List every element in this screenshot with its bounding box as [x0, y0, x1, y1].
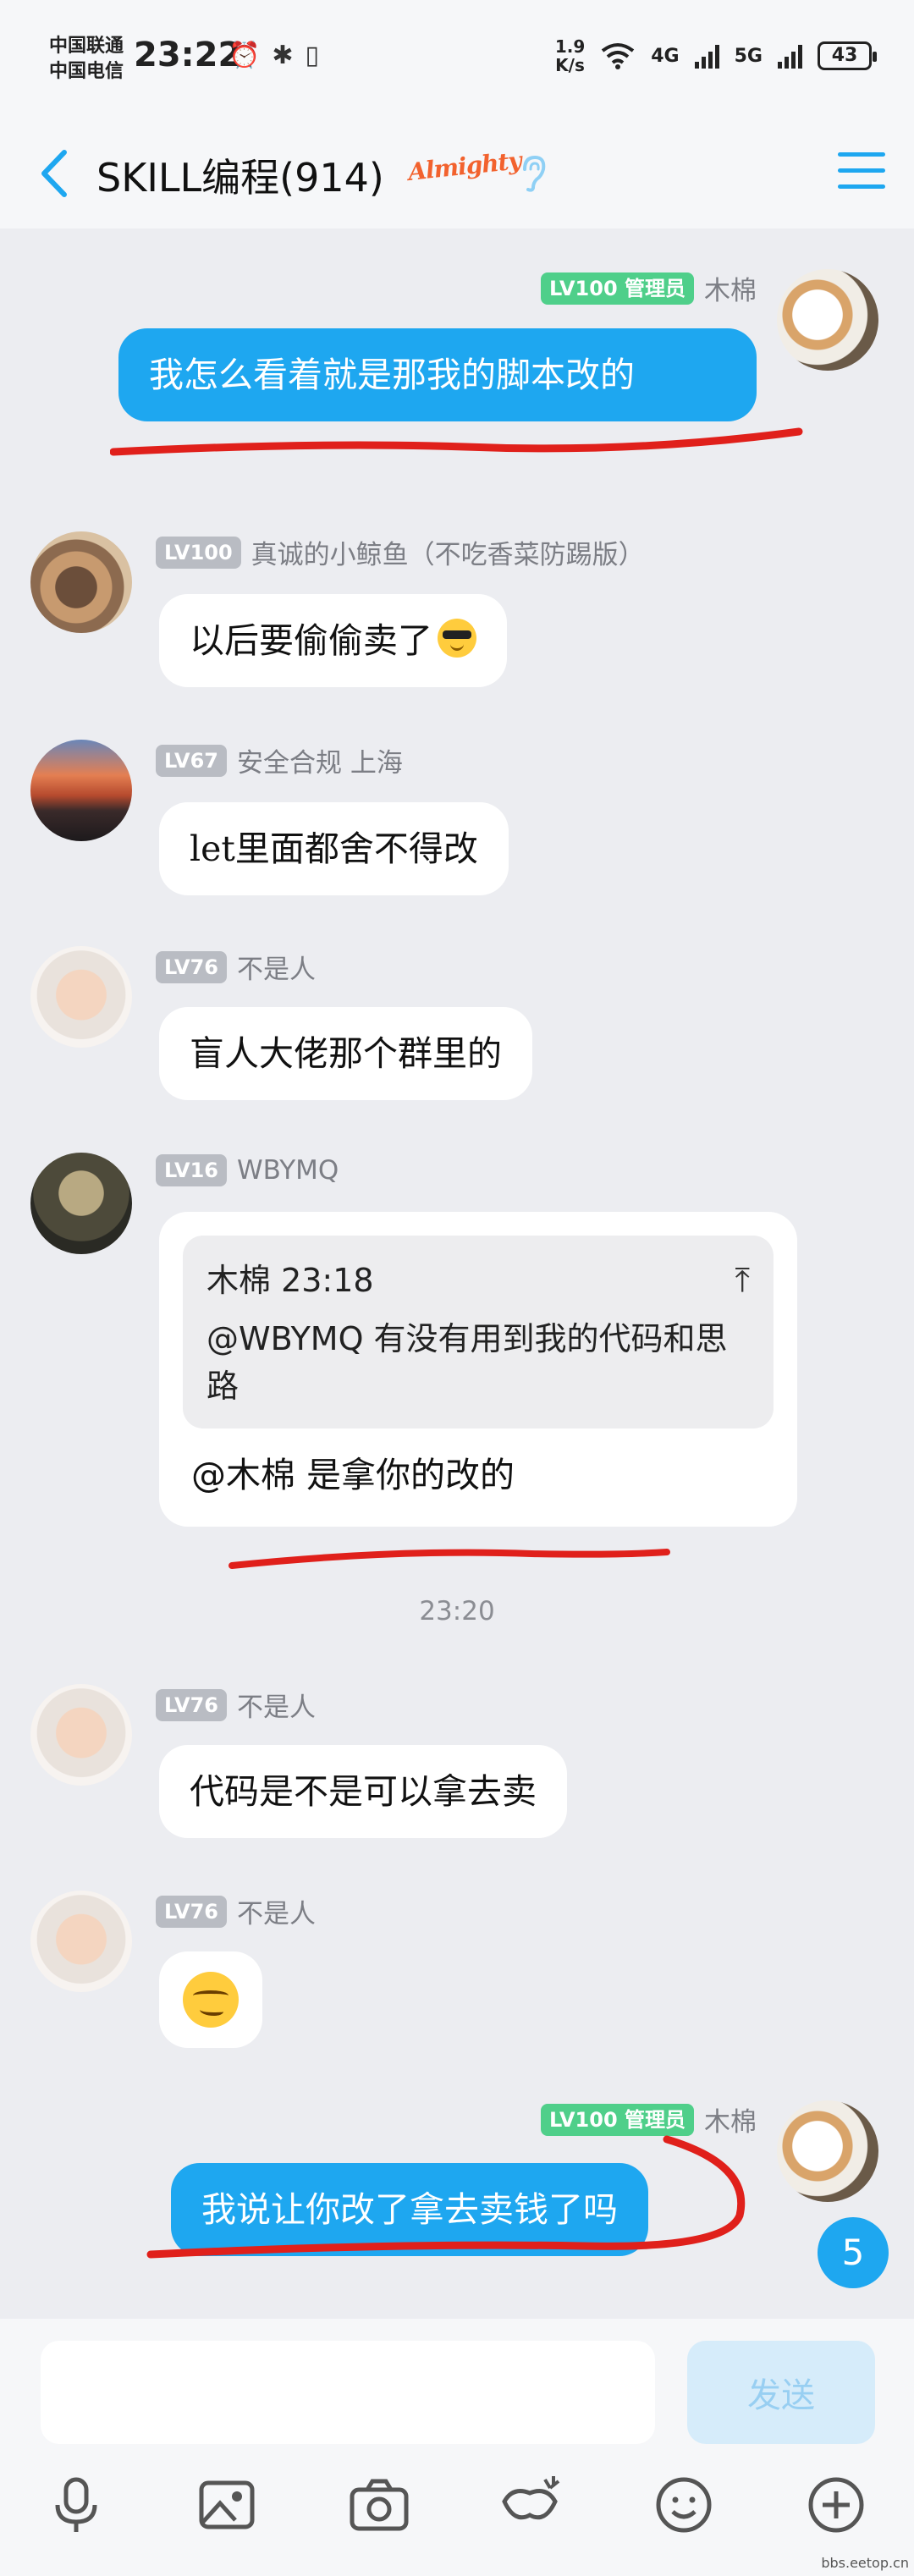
avatar[interactable]	[30, 1891, 132, 1992]
level-badge: LV76	[156, 1688, 227, 1721]
emoji-icon[interactable]	[650, 2471, 718, 2539]
avatar[interactable]	[30, 1153, 132, 1254]
sender-info: LV16 WBYMQ	[156, 1154, 339, 1186]
sunglasses-emoji-icon	[438, 619, 476, 658]
status-time: 23:22	[134, 36, 242, 74]
status-bar: 中国联通 中国电信 23:22 ⏰ ✱ ▯ 1.9 K/s 4G 5G 43	[0, 0, 914, 118]
level-badge: LV16	[156, 1154, 227, 1186]
message-bubble[interactable]: 我怎么看着就是那我的脚本改的	[118, 328, 757, 421]
message-bubble[interactable]: 盲人大佬那个群里的	[159, 1007, 532, 1100]
message-bubble[interactable]: 以后要偷偷卖了	[159, 594, 507, 687]
sender-info: LV100 管理员 木棉	[540, 269, 757, 307]
alarm-icon: ⏰	[228, 41, 261, 70]
signal-4g-icon	[694, 43, 719, 69]
image-icon[interactable]	[193, 2471, 261, 2539]
unread-count-badge[interactable]: 5	[818, 2217, 889, 2288]
4g-label: 4G	[651, 45, 680, 67]
chat-title[interactable]: SKILL编程(914)	[96, 147, 384, 203]
status-icons-right: 1.9 K/s 4G 5G 43	[555, 37, 877, 74]
sender-info: LV67 安全合规 上海	[156, 741, 403, 779]
carrier-1: 中国联通	[49, 36, 124, 57]
camera-icon[interactable]	[345, 2471, 413, 2539]
level-badge: LV100	[156, 536, 241, 569]
quote-sender-time: 木棉 23:18	[206, 1262, 374, 1299]
sender-name[interactable]: 安全合规 上海	[237, 741, 403, 779]
speed-value: 1.9	[554, 36, 586, 57]
red-packet-icon[interactable]	[496, 2471, 564, 2539]
message-bubble[interactable]: 代码是不是可以拿去卖	[159, 1745, 567, 1838]
network-speed: 1.9 K/s	[555, 37, 585, 74]
level-badge: LV67	[156, 744, 227, 777]
avatar[interactable]	[777, 2100, 878, 2202]
level-badge: LV100 管理员	[540, 272, 694, 305]
bluetooth-icon: ✱	[272, 41, 294, 70]
sender-name[interactable]: 真诚的小鲸鱼（不吃香菜防踢版）	[251, 533, 645, 571]
carrier-names: 中国联通 中国电信	[49, 34, 124, 85]
sender-info: LV76 不是人	[156, 1686, 316, 1724]
watermark: bbs.eetop.cn	[821, 2555, 909, 2571]
speed-unit: K/s	[555, 55, 585, 75]
smirk-emoji-icon	[183, 1972, 239, 2028]
carrier-2: 中国电信	[49, 61, 124, 82]
menu-icon[interactable]	[838, 152, 885, 195]
message-bubble[interactable]: let里面都舍不得改	[159, 802, 509, 895]
send-button[interactable]: 发送	[687, 2341, 875, 2444]
battery-icon: 43	[818, 41, 877, 70]
plus-icon[interactable]	[802, 2471, 870, 2539]
group-level-badge: Almighty	[406, 146, 523, 186]
status-icons-left: ⏰ ✱ ▯	[228, 41, 319, 70]
vibrate-icon: ▯	[305, 41, 320, 70]
jump-to-original-icon[interactable]: ⤒	[735, 1254, 750, 1307]
sender-info: LV100 真诚的小鲸鱼（不吃香菜防踢版）	[156, 533, 645, 571]
message-list[interactable]: LV100 管理员 木棉 我怎么看着就是那我的脚本改的 LV100 真诚的小鲸鱼…	[0, 228, 914, 2319]
avatar[interactable]	[777, 269, 878, 371]
sender-name[interactable]: WBYMQ	[237, 1155, 339, 1186]
avatar[interactable]	[30, 740, 132, 841]
input-area: 发送 bbs.eetop.cn	[0, 2319, 914, 2576]
5g-label: 5G	[734, 45, 763, 67]
sender-info: LV76 不是人	[156, 1892, 316, 1930]
message-text: @木棉 是拿你的改的	[191, 1455, 515, 1495]
input-toolbar	[0, 2471, 914, 2556]
red-underline-annotation	[228, 1549, 670, 1569]
sender-name[interactable]: 木棉	[704, 269, 757, 307]
back-arrow-icon[interactable]	[34, 144, 76, 203]
message-input[interactable]	[41, 2341, 655, 2444]
avatar[interactable]	[30, 1684, 132, 1786]
message-text: 以后要偷偷卖了	[190, 620, 432, 661]
avatar[interactable]	[30, 531, 132, 633]
time-separator: 23:20	[419, 1596, 495, 1627]
ear-icon[interactable]	[518, 154, 548, 193]
chat-header: SKILL编程(914) Almighty	[0, 118, 914, 228]
signal-5g-icon	[778, 43, 802, 69]
sender-info: LV76 不是人	[156, 948, 316, 986]
level-badge: LV76	[156, 1895, 227, 1928]
red-underline-annotation	[110, 427, 803, 456]
avatar[interactable]	[30, 946, 132, 1048]
mic-icon[interactable]	[42, 2471, 110, 2539]
message-bubble[interactable]: 木棉 23:18 ⤒ @WBYMQ 有没有用到我的代码和思路 @木棉 是拿你的改…	[159, 1212, 797, 1527]
sender-name[interactable]: 不是人	[237, 1892, 316, 1930]
red-circle-annotation	[146, 2135, 746, 2259]
quote-text: @WBYMQ 有没有用到我的代码和思路	[206, 1320, 728, 1405]
message-bubble[interactable]	[159, 1951, 262, 2048]
wifi-icon	[602, 43, 635, 69]
quoted-message[interactable]: 木棉 23:18 ⤒ @WBYMQ 有没有用到我的代码和思路	[183, 1236, 774, 1428]
level-badge: LV76	[156, 950, 227, 983]
sender-name[interactable]: 不是人	[237, 948, 316, 986]
sender-name[interactable]: 不是人	[237, 1686, 316, 1724]
